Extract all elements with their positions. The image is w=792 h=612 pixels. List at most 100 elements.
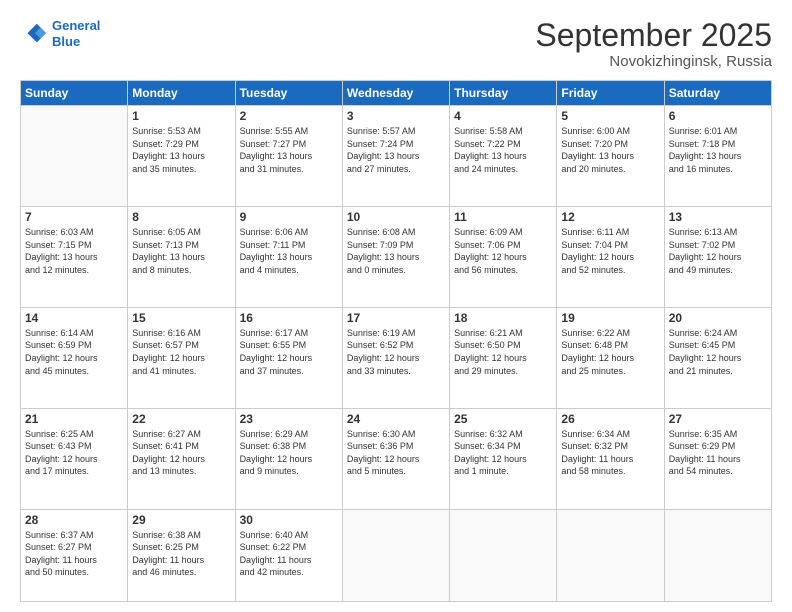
day-number: 24 [347,412,445,426]
calendar-cell: 7 Sunrise: 6:03 AM Sunset: 7:15 PM Daylig… [21,207,128,308]
day-info: Sunrise: 6:06 AM Sunset: 7:11 PM Dayligh… [240,226,338,276]
calendar-cell: 15 Sunrise: 6:16 AM Sunset: 6:57 PM Dayli… [128,307,235,408]
calendar-cell: 2 Sunrise: 5:55 AM Sunset: 7:27 PM Daylig… [235,106,342,207]
calendar-cell: 29Sunrise: 6:38 AM Sunset: 6:25 PM Dayli… [128,509,235,602]
day-info: Sunrise: 6:13 AM Sunset: 7:02 PM Dayligh… [669,226,767,276]
logo-line2: Blue [52,34,80,49]
month-title: September 2025 [535,18,772,53]
calendar-cell: 27Sunrise: 6:35 AM Sunset: 6:29 PM Dayli… [664,408,771,509]
day-number: 1 [132,109,230,123]
calendar-cell: 3 Sunrise: 5:57 AM Sunset: 7:24 PM Daylig… [342,106,449,207]
day-info: Sunrise: 5:57 AM Sunset: 7:24 PM Dayligh… [347,125,445,175]
day-info: Sunrise: 6:21 AM Sunset: 6:50 PM Dayligh… [454,327,552,377]
calendar-cell: 18 Sunrise: 6:21 AM Sunset: 6:50 PM Dayli… [450,307,557,408]
day-info: Sunrise: 6:16 AM Sunset: 6:57 PM Dayligh… [132,327,230,377]
day-number: 10 [347,210,445,224]
day-info: Sunrise: 6:22 AM Sunset: 6:48 PM Dayligh… [561,327,659,377]
weekday-header-tuesday: Tuesday [235,81,342,106]
weekday-header-saturday: Saturday [664,81,771,106]
logo-icon [20,20,48,48]
day-number: 22 [132,412,230,426]
day-info: Sunrise: 6:11 AM Sunset: 7:04 PM Dayligh… [561,226,659,276]
day-number: 23 [240,412,338,426]
day-number: 20 [669,311,767,325]
logo-text: General Blue [52,18,100,49]
calendar-cell: 10 Sunrise: 6:08 AM Sunset: 7:09 PM Dayli… [342,207,449,308]
title-block: September 2025 Novokizhinginsk, Russia [535,18,772,70]
day-info: Sunrise: 6:03 AM Sunset: 7:15 PM Dayligh… [25,226,123,276]
calendar-week-row: 14 Sunrise: 6:14 AM Sunset: 6:59 PM Dayli… [21,307,772,408]
calendar-cell: 9 Sunrise: 6:06 AM Sunset: 7:11 PM Daylig… [235,207,342,308]
day-info: Sunrise: 6:00 AM Sunset: 7:20 PM Dayligh… [561,125,659,175]
calendar-week-row: 28 Sunrise: 6:37 AM Sunset: 6:27 PM Dayli… [21,509,772,602]
calendar-cell [21,106,128,207]
day-info: Sunrise: 6:27 AM Sunset: 6:41 PM Dayligh… [132,428,230,478]
calendar-cell: 5Sunrise: 6:00 AM Sunset: 7:20 PM Daylig… [557,106,664,207]
calendar-table: SundayMondayTuesdayWednesdayThursdayFrid… [20,80,772,602]
day-number: 3 [347,109,445,123]
weekday-header-row: SundayMondayTuesdayWednesdayThursdayFrid… [21,81,772,106]
day-number: 27 [669,412,767,426]
day-info: Sunrise: 6:37 AM Sunset: 6:27 PM Dayligh… [25,529,123,579]
day-info: Sunrise: 6:34 AM Sunset: 6:32 PM Dayligh… [561,428,659,478]
weekday-header-sunday: Sunday [21,81,128,106]
day-info: Sunrise: 6:25 AM Sunset: 6:43 PM Dayligh… [25,428,123,478]
day-info: Sunrise: 6:24 AM Sunset: 6:45 PM Dayligh… [669,327,767,377]
calendar-cell: 13 Sunrise: 6:13 AM Sunset: 7:02 PM Dayli… [664,207,771,308]
calendar-cell: 16Sunrise: 6:17 AM Sunset: 6:55 PM Dayli… [235,307,342,408]
day-info: Sunrise: 6:29 AM Sunset: 6:38 PM Dayligh… [240,428,338,478]
day-info: Sunrise: 6:05 AM Sunset: 7:13 PM Dayligh… [132,226,230,276]
day-info: Sunrise: 5:55 AM Sunset: 7:27 PM Dayligh… [240,125,338,175]
day-number: 13 [669,210,767,224]
weekday-header-wednesday: Wednesday [342,81,449,106]
day-info: Sunrise: 6:08 AM Sunset: 7:09 PM Dayligh… [347,226,445,276]
calendar-cell: 21 Sunrise: 6:25 AM Sunset: 6:43 PM Dayli… [21,408,128,509]
day-number: 15 [132,311,230,325]
day-info: Sunrise: 6:38 AM Sunset: 6:25 PM Dayligh… [132,529,230,579]
calendar-cell: 22 Sunrise: 6:27 AM Sunset: 6:41 PM Dayli… [128,408,235,509]
weekday-header-friday: Friday [557,81,664,106]
day-number: 2 [240,109,338,123]
calendar-cell: 30Sunrise: 6:40 AM Sunset: 6:22 PM Dayli… [235,509,342,602]
day-info: Sunrise: 6:32 AM Sunset: 6:34 PM Dayligh… [454,428,552,478]
calendar-cell: 24Sunrise: 6:30 AM Sunset: 6:36 PM Dayli… [342,408,449,509]
day-number: 7 [25,210,123,224]
day-number: 18 [454,311,552,325]
day-number: 28 [25,513,123,527]
day-info: Sunrise: 6:19 AM Sunset: 6:52 PM Dayligh… [347,327,445,377]
day-info: Sunrise: 6:14 AM Sunset: 6:59 PM Dayligh… [25,327,123,377]
day-number: 9 [240,210,338,224]
day-number: 25 [454,412,552,426]
day-number: 21 [25,412,123,426]
page: General Blue September 2025 Novokizhingi… [0,0,792,612]
calendar-cell [342,509,449,602]
calendar-cell [557,509,664,602]
calendar-cell: 26 Sunrise: 6:34 AM Sunset: 6:32 PM Dayli… [557,408,664,509]
calendar-week-row: 1 Sunrise: 5:53 AM Sunset: 7:29 PM Daylig… [21,106,772,207]
calendar-cell: 28 Sunrise: 6:37 AM Sunset: 6:27 PM Dayli… [21,509,128,602]
header: General Blue September 2025 Novokizhingi… [20,18,772,70]
logo: General Blue [20,18,100,49]
calendar-cell: 19 Sunrise: 6:22 AM Sunset: 6:48 PM Dayli… [557,307,664,408]
day-number: 26 [561,412,659,426]
calendar-cell: 14 Sunrise: 6:14 AM Sunset: 6:59 PM Dayli… [21,307,128,408]
day-number: 6 [669,109,767,123]
day-number: 14 [25,311,123,325]
calendar-cell: 8Sunrise: 6:05 AM Sunset: 7:13 PM Daylig… [128,207,235,308]
logo-line1: General [52,18,100,33]
day-info: Sunrise: 5:53 AM Sunset: 7:29 PM Dayligh… [132,125,230,175]
calendar-cell: 4Sunrise: 5:58 AM Sunset: 7:22 PM Daylig… [450,106,557,207]
day-number: 17 [347,311,445,325]
location: Novokizhinginsk, Russia [535,53,772,70]
day-number: 19 [561,311,659,325]
calendar-cell: 11Sunrise: 6:09 AM Sunset: 7:06 PM Dayli… [450,207,557,308]
day-number: 11 [454,210,552,224]
weekday-header-monday: Monday [128,81,235,106]
calendar-cell [450,509,557,602]
calendar-cell: 12 Sunrise: 6:11 AM Sunset: 7:04 PM Dayli… [557,207,664,308]
calendar-cell: 6Sunrise: 6:01 AM Sunset: 7:18 PM Daylig… [664,106,771,207]
day-number: 12 [561,210,659,224]
calendar-cell: 17 Sunrise: 6:19 AM Sunset: 6:52 PM Dayli… [342,307,449,408]
day-info: Sunrise: 5:58 AM Sunset: 7:22 PM Dayligh… [454,125,552,175]
calendar-cell: 25 Sunrise: 6:32 AM Sunset: 6:34 PM Dayli… [450,408,557,509]
